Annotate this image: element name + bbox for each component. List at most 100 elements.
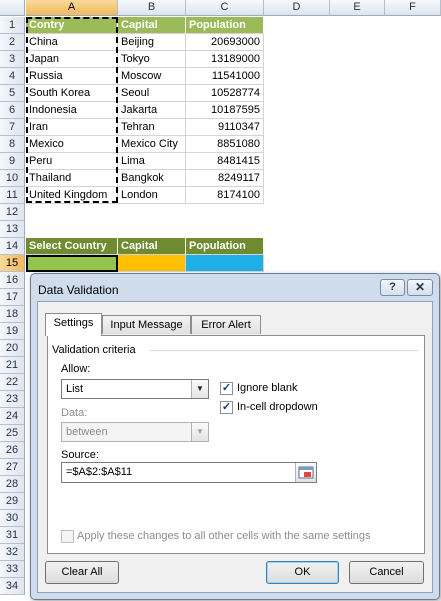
row-header-8[interactable]: 8 [0,136,25,153]
allow-label: Allow: [61,363,91,375]
column-header-f[interactable]: F [385,0,441,16]
row-header-20[interactable]: 20 [0,340,25,357]
ignore-blank-checkbox[interactable]: ✓ [220,382,233,395]
row-header-34[interactable]: 34 [0,578,25,595]
column-header-e[interactable]: E [330,0,385,16]
tab-input-message[interactable]: Input Message [102,315,191,334]
row-header-19[interactable]: 19 [0,323,25,340]
table-cell[interactable]: Russia [26,68,118,85]
ok-button[interactable]: OK [266,561,339,584]
select-all-corner[interactable] [0,0,25,16]
table-cell[interactable]: 10187595 [186,102,264,119]
table-cell[interactable]: 8851080 [186,136,264,153]
incell-dropdown-label: In-cell dropdown [237,401,318,413]
table-cell[interactable]: Mexico [26,136,118,153]
row-header-27[interactable]: 27 [0,459,25,476]
column-header-d[interactable]: D [264,0,330,16]
row-header-10[interactable]: 10 [0,170,25,187]
column-header-a[interactable]: A [26,0,118,16]
table-cell[interactable]: Bangkok [118,170,186,187]
apply-all-checkbox[interactable] [61,530,74,543]
incell-dropdown-checkbox[interactable]: ✓ [220,401,233,414]
tab-error-alert[interactable]: Error Alert [191,315,261,334]
clear-all-button[interactable]: Clear All [45,561,119,584]
row-header-2[interactable]: 2 [0,34,25,51]
row-header-32[interactable]: 32 [0,544,25,561]
table-header-cell[interactable]: Contry [26,17,118,34]
table-cell[interactable]: London [118,187,186,204]
table-cell[interactable]: Indonesia [26,102,118,119]
row-header-17[interactable]: 17 [0,289,25,306]
column-header-b[interactable]: B [118,0,186,16]
row-header-11[interactable]: 11 [0,187,25,204]
chevron-down-icon[interactable]: ▼ [191,380,208,398]
close-button[interactable]: ✕ [407,279,433,296]
row-header-1[interactable]: 1 [0,17,25,34]
lookup-header-cell[interactable]: Capital [118,238,186,255]
table-cell[interactable]: Jakarta [118,102,186,119]
row-header-23[interactable]: 23 [0,391,25,408]
table-cell[interactable]: Japan [26,51,118,68]
table-cell[interactable]: Thailand [26,170,118,187]
table-cell[interactable]: Moscow [118,68,186,85]
table-cell[interactable]: China [26,34,118,51]
table-cell[interactable]: 9110347 [186,119,264,136]
table-cell[interactable]: 8174100 [186,187,264,204]
row-header-13[interactable]: 13 [0,221,25,238]
ignore-blank-label: Ignore blank [237,382,298,394]
row-header-29[interactable]: 29 [0,493,25,510]
table-cell[interactable]: Peru [26,153,118,170]
table-header-cell[interactable]: Population [186,17,264,34]
table-cell[interactable]: Tokyo [118,51,186,68]
lookup-header-cell[interactable]: Select Country [26,238,118,255]
population-result-cell[interactable] [186,255,264,272]
chevron-down-icon[interactable]: ▼ [191,423,208,441]
table-cell[interactable]: Lima [118,153,186,170]
row-header-7[interactable]: 7 [0,119,25,136]
row-header-30[interactable]: 30 [0,510,25,527]
table-cell[interactable]: 13189000 [186,51,264,68]
row-header-25[interactable]: 25 [0,425,25,442]
table-cell[interactable]: 20693000 [186,34,264,51]
table-cell[interactable]: 8249117 [186,170,264,187]
capital-result-cell[interactable] [118,255,186,272]
table-cell[interactable]: United Kingdom [26,187,118,204]
row-header-9[interactable]: 9 [0,153,25,170]
row-header-4[interactable]: 4 [0,68,25,85]
row-header-18[interactable]: 18 [0,306,25,323]
row-header-28[interactable]: 28 [0,476,25,493]
table-cell[interactable]: 10528774 [186,85,264,102]
row-header-24[interactable]: 24 [0,408,25,425]
data-select[interactable]: between ▼ [61,422,209,442]
table-header-cell[interactable]: Capital [118,17,186,34]
table-cell[interactable]: Iran [26,119,118,136]
row-header-12[interactable]: 12 [0,204,25,221]
table-cell[interactable]: Tehran [118,119,186,136]
source-input[interactable]: =$A$2:$A$11 [61,462,317,483]
row-header-3[interactable]: 3 [0,51,25,68]
table-cell[interactable]: 11541000 [186,68,264,85]
range-picker-button[interactable] [295,463,316,482]
row-header-33[interactable]: 33 [0,561,25,578]
table-cell[interactable]: 8481415 [186,153,264,170]
row-header-15[interactable]: 15 [0,255,25,272]
table-cell[interactable]: Mexico City [118,136,186,153]
row-header-31[interactable]: 31 [0,527,25,544]
allow-select[interactable]: List ▼ [61,379,209,399]
lookup-header-cell[interactable]: Population [186,238,264,255]
row-header-21[interactable]: 21 [0,357,25,374]
table-cell[interactable]: Beijing [118,34,186,51]
row-header-14[interactable]: 14 [0,238,25,255]
row-header-5[interactable]: 5 [0,85,25,102]
select-country-cell[interactable] [26,255,118,272]
cancel-button[interactable]: Cancel [349,561,424,584]
row-header-26[interactable]: 26 [0,442,25,459]
column-header-c[interactable]: C [186,0,264,16]
row-header-16[interactable]: 16 [0,272,25,289]
table-cell[interactable]: South Korea [26,85,118,102]
row-header-6[interactable]: 6 [0,102,25,119]
help-button[interactable]: ? [380,279,405,296]
row-header-22[interactable]: 22 [0,374,25,391]
tab-settings[interactable]: Settings [45,313,102,336]
table-cell[interactable]: Seoul [118,85,186,102]
